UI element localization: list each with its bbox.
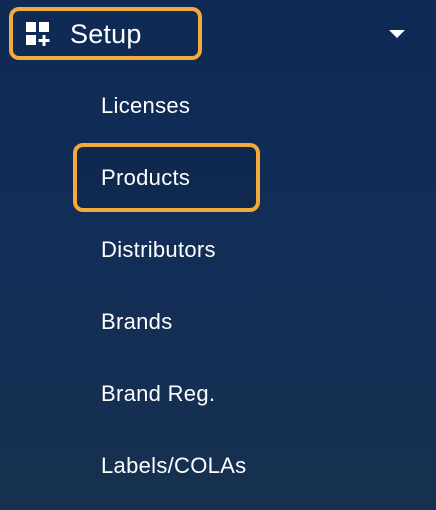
submenu-item-label: Brands	[101, 309, 173, 334]
submenu-item-label: Distributors	[101, 237, 216, 262]
setup-menu-toggle[interactable]: Setup	[0, 0, 436, 70]
submenu-item-brands[interactable]: Brands	[0, 286, 436, 358]
submenu-item-labels-colas[interactable]: Labels/COLAs	[0, 430, 436, 502]
submenu-item-label: Licenses	[101, 93, 191, 118]
dashboard-add-icon	[26, 22, 50, 46]
setup-menu-label: Setup	[70, 19, 142, 49]
submenu-item-licenses[interactable]: Licenses	[0, 70, 436, 142]
submenu-item-label: Labels/COLAs	[101, 453, 247, 478]
submenu-item-brand-reg[interactable]: Brand Reg.	[0, 358, 436, 430]
submenu-item-distributors[interactable]: Distributors	[0, 214, 436, 286]
submenu-item-label: Products	[101, 165, 191, 190]
submenu-item-products[interactable]: Products	[0, 142, 436, 214]
caret-down-icon[interactable]	[389, 30, 405, 38]
submenu-item-label: Brand Reg.	[101, 381, 216, 406]
sidebar-setup-menu: Setup Licenses Products Distributors Bra…	[0, 0, 436, 510]
